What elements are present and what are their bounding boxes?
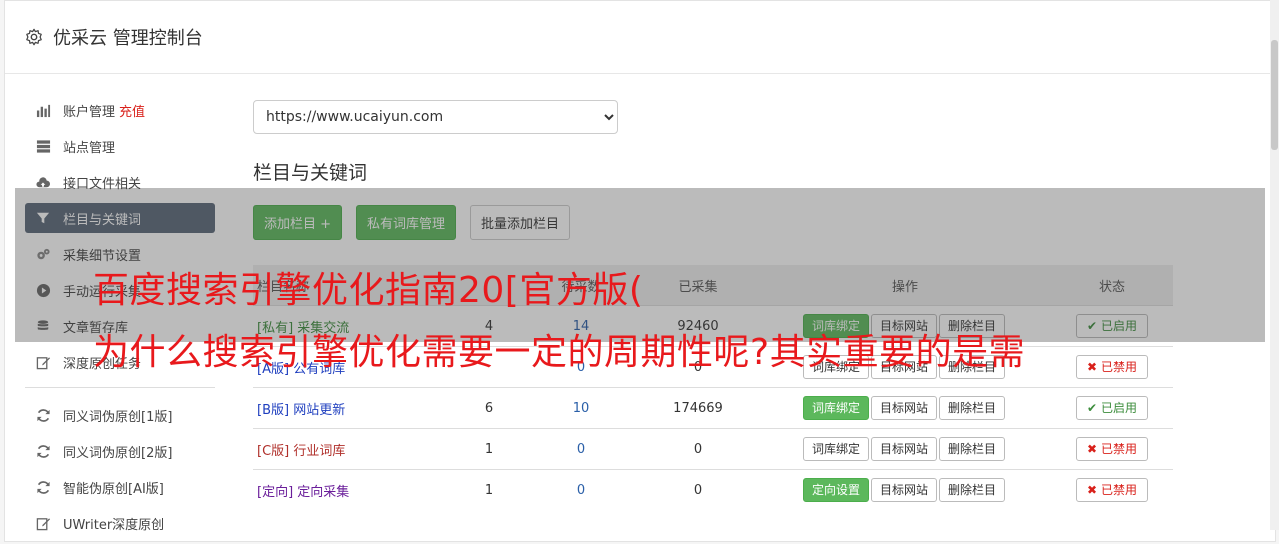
bar-chart-icon [35,102,51,118]
sidebar-item[interactable]: 同义词伪原创[2版] [25,436,215,466]
target-site-button[interactable]: 目标网站 [870,396,937,420]
cross-icon: ✖ [1087,483,1098,497]
status-cell: ✖ 已禁用 [1051,346,1173,388]
bind-lib-button[interactable]: 词库绑定 [802,437,869,461]
server-icon [35,138,51,154]
status-label: 已启用 [1100,401,1137,415]
table-row: [C版] 行业词库 1 0 0 词库绑定 目标网站 删除栏目 ✖ 已禁用 [253,428,1173,470]
ops-cell: 词库绑定 目标网站 删除栏目 [759,387,1051,429]
sidebar-item-label: 智能伪原创[AI版] [63,481,164,497]
sidebar-item-label: 站点管理 [63,140,116,156]
cross-icon: ✖ [1087,442,1098,456]
page-title: 优采云 管理控制台 [53,28,203,49]
column-name-cell: [B版] 网站更新 [253,387,453,429]
table-row: [B版] 网站更新 6 10 174669 词库绑定 目标网站 删除栏目 ✔ 已启用 [253,387,1173,429]
sidebar-item[interactable]: 同义词伪原创[1版] [25,400,215,430]
status-cell: ✖ 已禁用 [1051,469,1173,510]
sidebar-item-label: 同义词伪原创[2版] [63,445,173,461]
ops-cell: 词库绑定 目标网站 删除栏目 [759,428,1051,470]
collected-cell: 0 [637,428,759,470]
status-label: 已禁用 [1100,483,1137,497]
delete-column-button[interactable]: 删除栏目 [939,478,1006,502]
sidebar-divider [25,387,215,388]
sidebar-item[interactable]: 账户管理 充值 [25,95,215,125]
scrollbar[interactable] [1270,0,1279,530]
status-toggle[interactable]: ✖ 已禁用 [1076,355,1148,379]
edit-icon [35,515,51,531]
status-cell: ✔ 已启用 [1051,387,1173,429]
bind-lib-button[interactable]: 词库绑定 [802,396,869,420]
status-label: 已禁用 [1100,442,1137,456]
column-tag: [B版] [257,402,290,418]
overlay-headline-2: 为什么搜索引擎优化需要一定的周期性呢?其实重要的是需 [93,332,1026,373]
section-title: 栏目与关键词 [253,162,368,184]
status-cell: ✖ 已禁用 [1051,428,1173,470]
panel-header: 优采云 管理控制台 [5,1,1275,74]
gear-icon [26,28,42,46]
table-row: [定向] 定向采集 1 0 0 定向设置 目标网站 删除栏目 ✖ 已禁用 [253,469,1173,510]
pending-cell[interactable]: 0 [525,428,637,470]
delete-column-button[interactable]: 删除栏目 [939,437,1006,461]
column-name-link[interactable]: 网站更新 [293,403,345,418]
sidebar-item-label: 账户管理 [63,104,116,120]
refresh-icon [35,407,51,423]
collected-cell: 0 [637,469,759,510]
site-select[interactable]: https://www.ucaiyun.com [253,100,618,134]
column-name-cell: [C版] 行业词库 [253,428,453,470]
target-site-button[interactable]: 目标网站 [870,437,937,461]
column-tag: [C版] [257,443,290,459]
refresh-icon [35,443,51,459]
column-name-link[interactable]: 行业词库 [293,444,345,459]
sidebar-item[interactable]: 智能伪原创[AI版] [25,472,215,502]
column-tag: [定向] [257,484,294,500]
cross-icon: ✖ [1087,360,1098,374]
column-name-link[interactable]: 定向采集 [297,485,349,500]
status-toggle[interactable]: ✖ 已禁用 [1076,478,1148,502]
recharge-link[interactable]: 充值 [119,101,145,120]
count-cell: 1 [453,469,525,510]
pending-cell[interactable]: 0 [525,469,637,510]
delete-column-button[interactable]: 删除栏目 [939,396,1006,420]
column-name-cell: [定向] 定向采集 [253,469,453,510]
target-site-button[interactable]: 目标网站 [870,478,937,502]
bind-lib-button[interactable]: 定向设置 [802,478,869,502]
scrollbar-thumb[interactable] [1271,40,1278,150]
overlay-headline-1: 百度搜索引擎优化指南20[官方版( [93,270,644,311]
count-cell: 1 [453,428,525,470]
count-cell: 6 [453,387,525,429]
sidebar-item[interactable]: UWriter深度原创 [25,508,215,538]
status-label: 已禁用 [1100,360,1137,374]
banner-overlay [15,188,1265,342]
edit-icon [35,354,51,370]
status-toggle[interactable]: ✔ 已启用 [1076,396,1148,420]
collected-cell: 174669 [637,387,759,429]
refresh-icon [35,479,51,495]
check-icon: ✔ [1087,401,1098,415]
status-toggle[interactable]: ✖ 已禁用 [1076,437,1148,461]
sidebar-item[interactable]: 站点管理 [25,131,215,161]
sidebar-item-label: 同义词伪原创[1版] [63,409,173,425]
pending-cell[interactable]: 10 [525,387,637,429]
ops-cell: 定向设置 目标网站 删除栏目 [759,469,1051,510]
